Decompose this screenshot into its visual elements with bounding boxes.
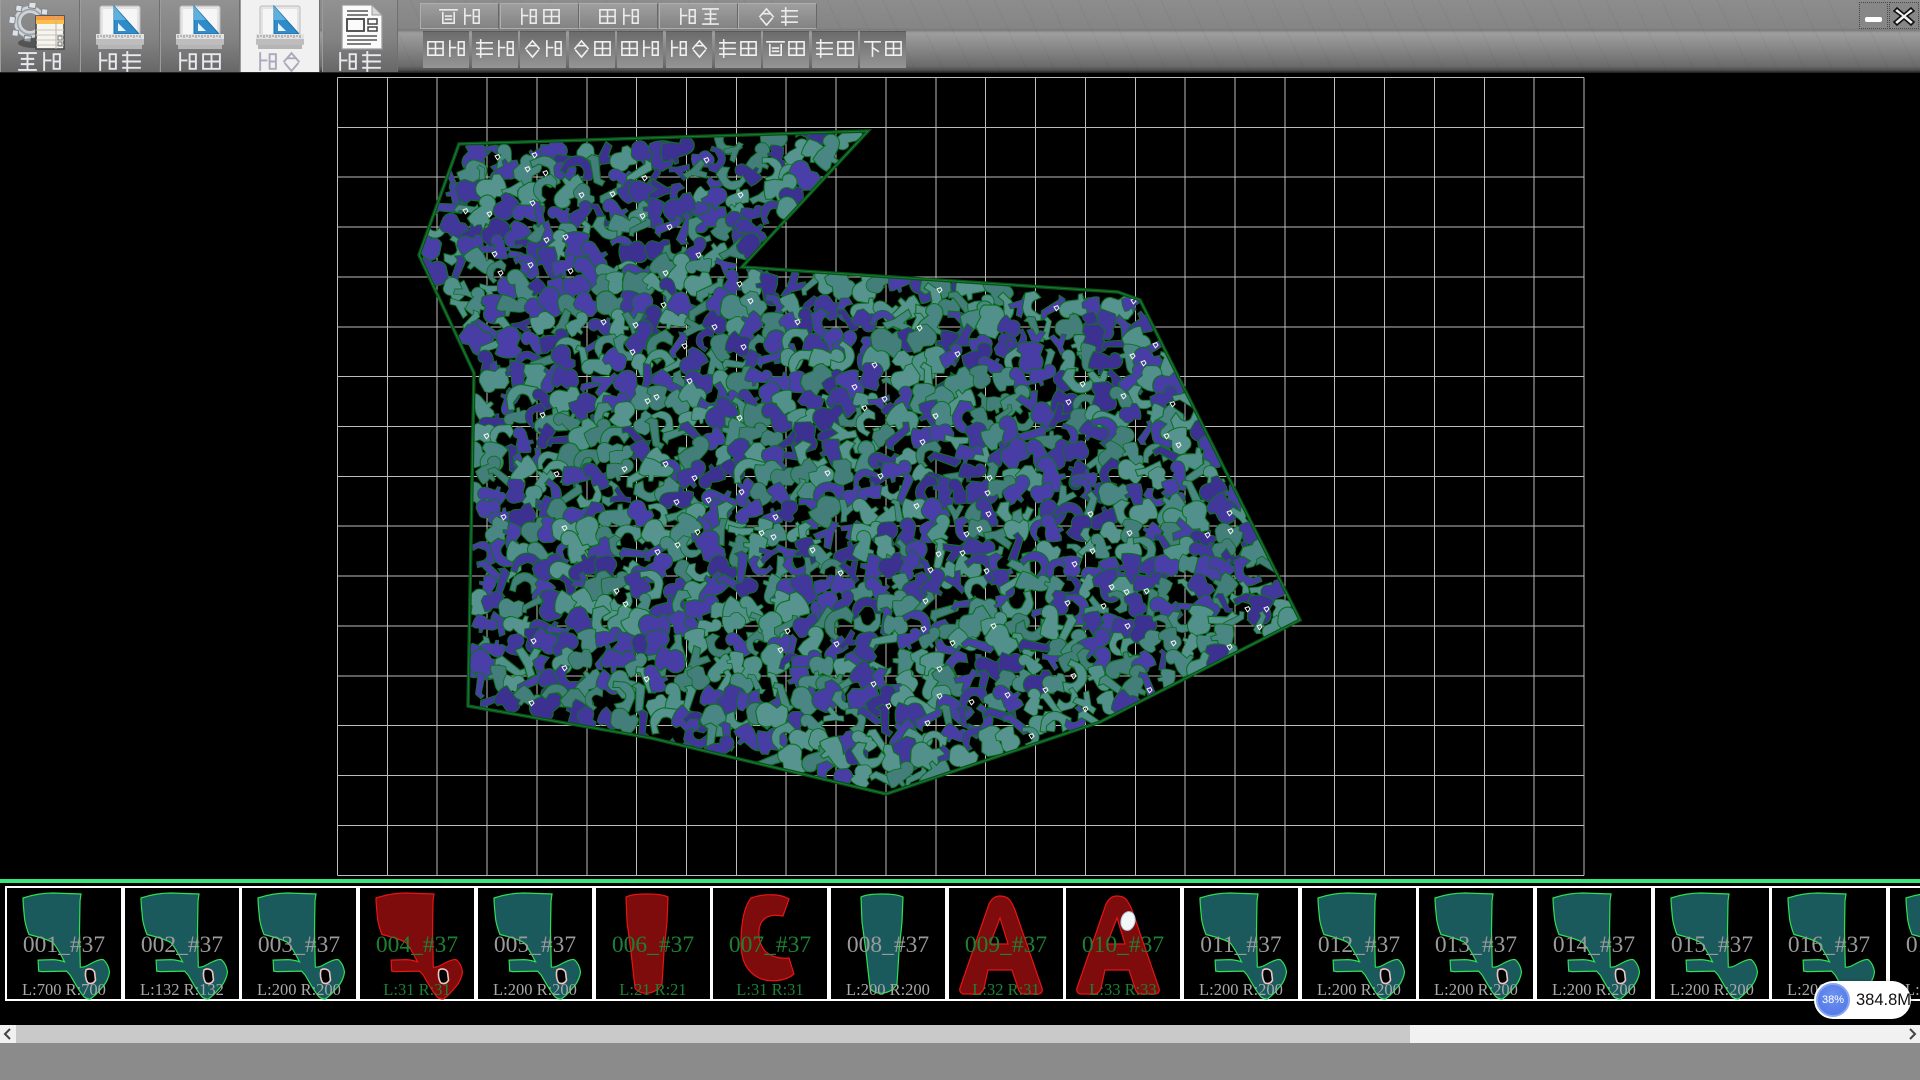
svg-text:015_#37: 015_#37 [1671, 932, 1754, 958]
svg-text:L:200 R:200: L:200 R:200 [493, 980, 577, 999]
svg-text:L:200 R:200: L:200 R:200 [1670, 980, 1754, 999]
svg-text:L:31 R:31: L:31 R:31 [383, 980, 450, 999]
svg-text:L:32 R:31: L:32 R:31 [972, 980, 1039, 999]
svg-text:L:21 R:21: L:21 R:21 [619, 980, 686, 999]
svg-text:005_#37: 005_#37 [494, 932, 577, 958]
svg-text:L:200 R:200: L:200 R:200 [1199, 980, 1283, 999]
svg-text:L:700 R:700: L:700 R:700 [22, 980, 106, 999]
svg-text:L:200 R:200: L:200 R:200 [846, 980, 930, 999]
svg-text:011_#37: 011_#37 [1200, 932, 1282, 958]
svg-text:016_#37: 016_#37 [1788, 932, 1871, 958]
svg-text:008_#37: 008_#37 [847, 932, 930, 958]
svg-text:003_#37: 003_#37 [258, 932, 341, 958]
svg-text:L:31 R:31: L:31 R:31 [736, 980, 803, 999]
svg-text:L:200 R:200: L:200 R:200 [1552, 980, 1636, 999]
svg-text:L:200 R:200: L:200 R:200 [1317, 980, 1401, 999]
svg-text:010_#37: 010_#37 [1082, 932, 1165, 958]
svg-text:L:200 R:200: L:200 R:200 [1434, 980, 1518, 999]
svg-text:009_#37: 009_#37 [965, 932, 1048, 958]
svg-text:L:200 R:200: L:200 R:200 [257, 980, 341, 999]
svg-text:002_#37: 002_#37 [141, 932, 224, 958]
svg-text:012_#37: 012_#37 [1318, 932, 1401, 958]
svg-text:013_#37: 013_#37 [1435, 932, 1518, 958]
svg-text:006_#37: 006_#37 [612, 932, 695, 958]
svg-text:007_#37: 007_#37 [729, 932, 812, 958]
svg-text:L:33 R:33: L:33 R:33 [1089, 980, 1156, 999]
svg-text:017_#37: 017_#37 [1906, 932, 1920, 958]
svg-text:001_#37: 001_#37 [23, 932, 106, 958]
svg-text:004_#37: 004_#37 [376, 932, 459, 958]
svg-text:L:132 R:132: L:132 R:132 [140, 980, 224, 999]
svg-text:014_#37: 014_#37 [1553, 932, 1636, 958]
